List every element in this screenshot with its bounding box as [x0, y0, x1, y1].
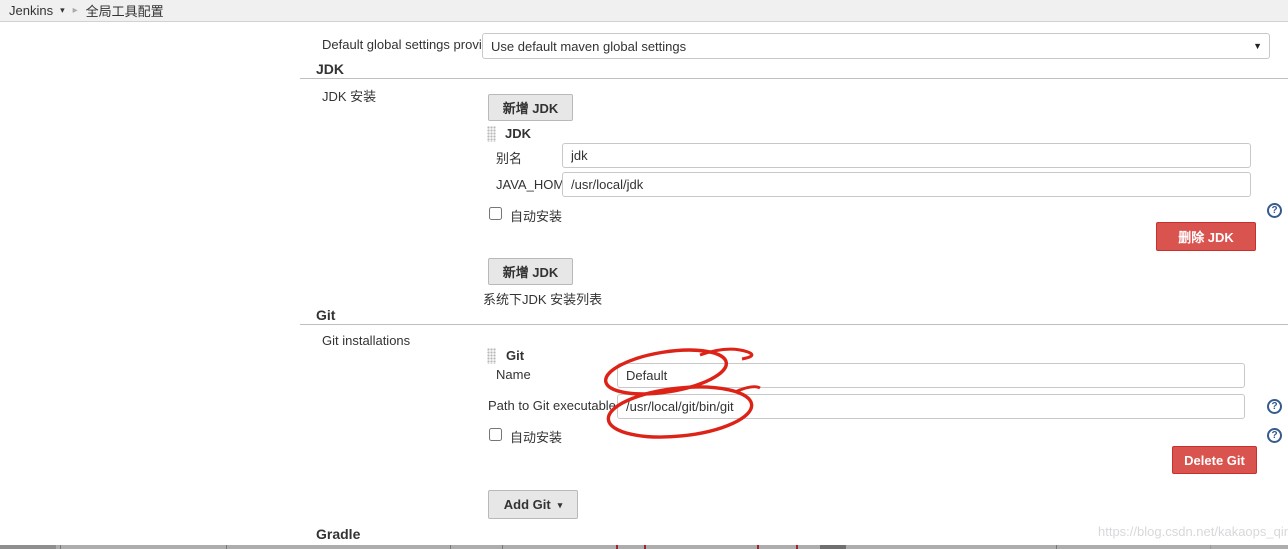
jdk-installations-label: JDK 安装 [322, 86, 376, 105]
strip-segment [820, 545, 846, 549]
section-divider [300, 324, 1288, 325]
jdk-auto-install-label: 自动安装 [510, 206, 562, 225]
strip-segment [616, 545, 618, 549]
git-section-title: Git [316, 307, 335, 323]
drag-handle-icon[interactable] [487, 126, 496, 142]
breadcrumb-jenkins-link[interactable]: Jenkins [9, 3, 53, 18]
delete-git-button[interactable]: Delete Git [1172, 446, 1257, 474]
git-auto-install-label: 自动安装 [510, 427, 562, 446]
jdk-alias-input[interactable] [562, 143, 1251, 168]
git-name-input[interactable] [617, 363, 1245, 388]
breadcrumb: Jenkins ▾ ▸ 全局工具配置 [0, 0, 1288, 22]
strip-segment [644, 545, 646, 549]
git-path-label: Path to Git executable [488, 398, 616, 413]
jdk-section-title: JDK [316, 61, 344, 77]
jdk-item-header: JDK [505, 126, 531, 141]
add-git-button-label: Add Git [504, 497, 551, 512]
help-icon[interactable]: ? [1267, 203, 1282, 218]
strip-segment [757, 545, 759, 549]
add-jdk-button[interactable]: 新增 JDK [488, 94, 573, 121]
chevron-down-icon[interactable]: ▾ [60, 5, 65, 16]
jdk-auto-install-checkbox[interactable] [489, 207, 502, 220]
help-icon[interactable]: ? [1267, 399, 1282, 414]
git-path-input[interactable] [617, 394, 1245, 419]
breadcrumb-separator-icon: ▸ [73, 5, 78, 16]
global-settings-provider-select[interactable]: Use default maven global settings ▼ [482, 33, 1270, 59]
strip-segment [1056, 545, 1057, 549]
global-settings-provider-selected-value: Use default maven global settings [491, 39, 686, 54]
git-item-header: Git [506, 348, 524, 363]
section-divider [300, 78, 1288, 79]
gradle-section-title: Gradle [316, 526, 360, 542]
jdk-list-caption: 系统下JDK 安装列表 [483, 289, 602, 308]
jenkins-global-tool-configuration-page: Jenkins ▾ ▸ 全局工具配置 Default global settin… [0, 0, 1288, 549]
add-git-button[interactable]: Add Git ▾ [488, 490, 578, 519]
strip-segment [0, 545, 56, 549]
git-name-label: Name [496, 367, 531, 382]
drag-handle-icon[interactable] [487, 348, 496, 364]
strip-segment [796, 545, 798, 549]
red-circle-annotation-tail [700, 349, 752, 359]
bottom-cutoff-strip [0, 545, 1288, 549]
strip-segment [502, 545, 503, 549]
strip-segment [1210, 545, 1211, 549]
java-home-input[interactable] [562, 172, 1251, 197]
strip-segment [60, 545, 61, 549]
jdk-alias-label: 别名 [496, 148, 522, 167]
strip-segment [450, 545, 451, 549]
red-annotation-overlay [0, 0, 1288, 549]
global-settings-provider-label: Default global settings provider [322, 37, 501, 52]
strip-segment [226, 545, 227, 549]
add-jdk-button-secondary[interactable]: 新增 JDK [488, 258, 573, 285]
select-caret-icon: ▼ [1253, 41, 1262, 51]
caret-down-icon: ▾ [558, 500, 563, 511]
delete-jdk-button[interactable]: 删除 JDK [1156, 222, 1256, 251]
git-auto-install-checkbox[interactable] [489, 428, 502, 441]
git-installations-label: Git installations [322, 333, 410, 348]
help-icon[interactable]: ? [1267, 428, 1282, 443]
breadcrumb-page-title[interactable]: 全局工具配置 [86, 1, 164, 20]
watermark: https://blog.csdn.net/kakaops_qing [1098, 524, 1288, 539]
